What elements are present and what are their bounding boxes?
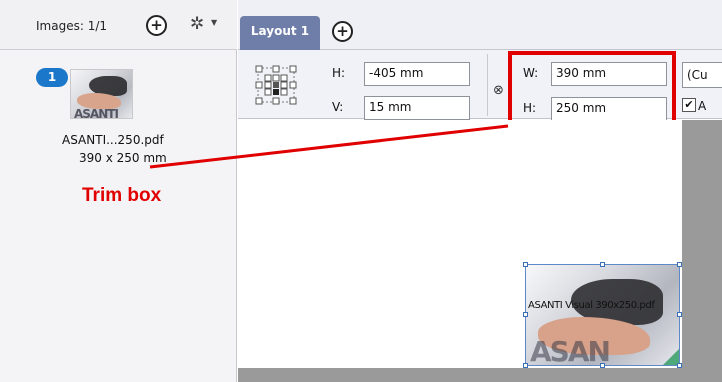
- placed-image-text: ASAN: [530, 335, 611, 366]
- gear-icon[interactable]: ✲: [190, 14, 204, 34]
- selection-handle-bl[interactable]: [523, 363, 528, 368]
- thumbnail-text: ASANTI: [74, 107, 119, 119]
- link-proportions-icon[interactable]: ⊗: [493, 83, 504, 98]
- chevron-down-icon[interactable]: ▼: [211, 18, 217, 27]
- layout-canvas[interactable]: ASAN ASANTI Visual 390x250.pdf: [238, 120, 722, 382]
- add-image-button[interactable]: +: [146, 15, 167, 36]
- anchor-point-icon[interactable]: [255, 65, 297, 105]
- images-panel: Images: 1/1 + ✲ ▼ 1 ASANTI ASANTI...250.…: [0, 0, 237, 382]
- v-position-field[interactable]: 15 mm: [364, 96, 470, 120]
- placed-image-caption: ASANTI Visual 390x250.pdf: [528, 300, 655, 311]
- images-panel-header: Images: 1/1 + ✲ ▼: [0, 0, 237, 50]
- auto-checkbox-label: A: [698, 99, 707, 113]
- placed-image[interactable]: ASAN: [525, 264, 680, 366]
- image-thumbnail[interactable]: ASANTI: [70, 69, 133, 119]
- placement-toolbar: H: -405 mm V: 15 mm ⊗ W: 390 mm H: 250 m…: [238, 50, 722, 126]
- image-number-badge: 1: [36, 68, 68, 87]
- selection-handle-b[interactable]: [600, 363, 605, 368]
- trim-box-annotation: Trim box: [82, 185, 162, 206]
- selection-handle-t[interactable]: [600, 262, 605, 267]
- auto-checkbox[interactable]: ✔: [682, 98, 696, 112]
- layout-tabs-bar: Layout 1 +: [238, 0, 722, 50]
- selection-handle-br[interactable]: [677, 363, 682, 368]
- fit-mode-dropdown[interactable]: (Cu: [682, 62, 722, 88]
- v-position-label: V:: [332, 100, 344, 114]
- images-count-label: Images: 1/1: [36, 19, 108, 33]
- tab-layout-1[interactable]: Layout 1: [240, 16, 320, 50]
- toolbar-separator: [487, 54, 488, 116]
- image-size: 390 x 250 mm: [79, 151, 167, 165]
- size-highlight-box: [508, 51, 676, 126]
- selection-handle-tl[interactable]: [523, 262, 528, 267]
- h-position-field[interactable]: -405 mm: [364, 62, 470, 86]
- selection-handle-r[interactable]: [677, 312, 682, 317]
- selection-handle-l[interactable]: [523, 312, 528, 317]
- h-position-label: H:: [332, 66, 346, 80]
- add-layout-button[interactable]: +: [332, 21, 353, 42]
- selection-handle-tr[interactable]: [677, 262, 682, 267]
- image-filename: ASANTI...250.pdf: [62, 133, 164, 147]
